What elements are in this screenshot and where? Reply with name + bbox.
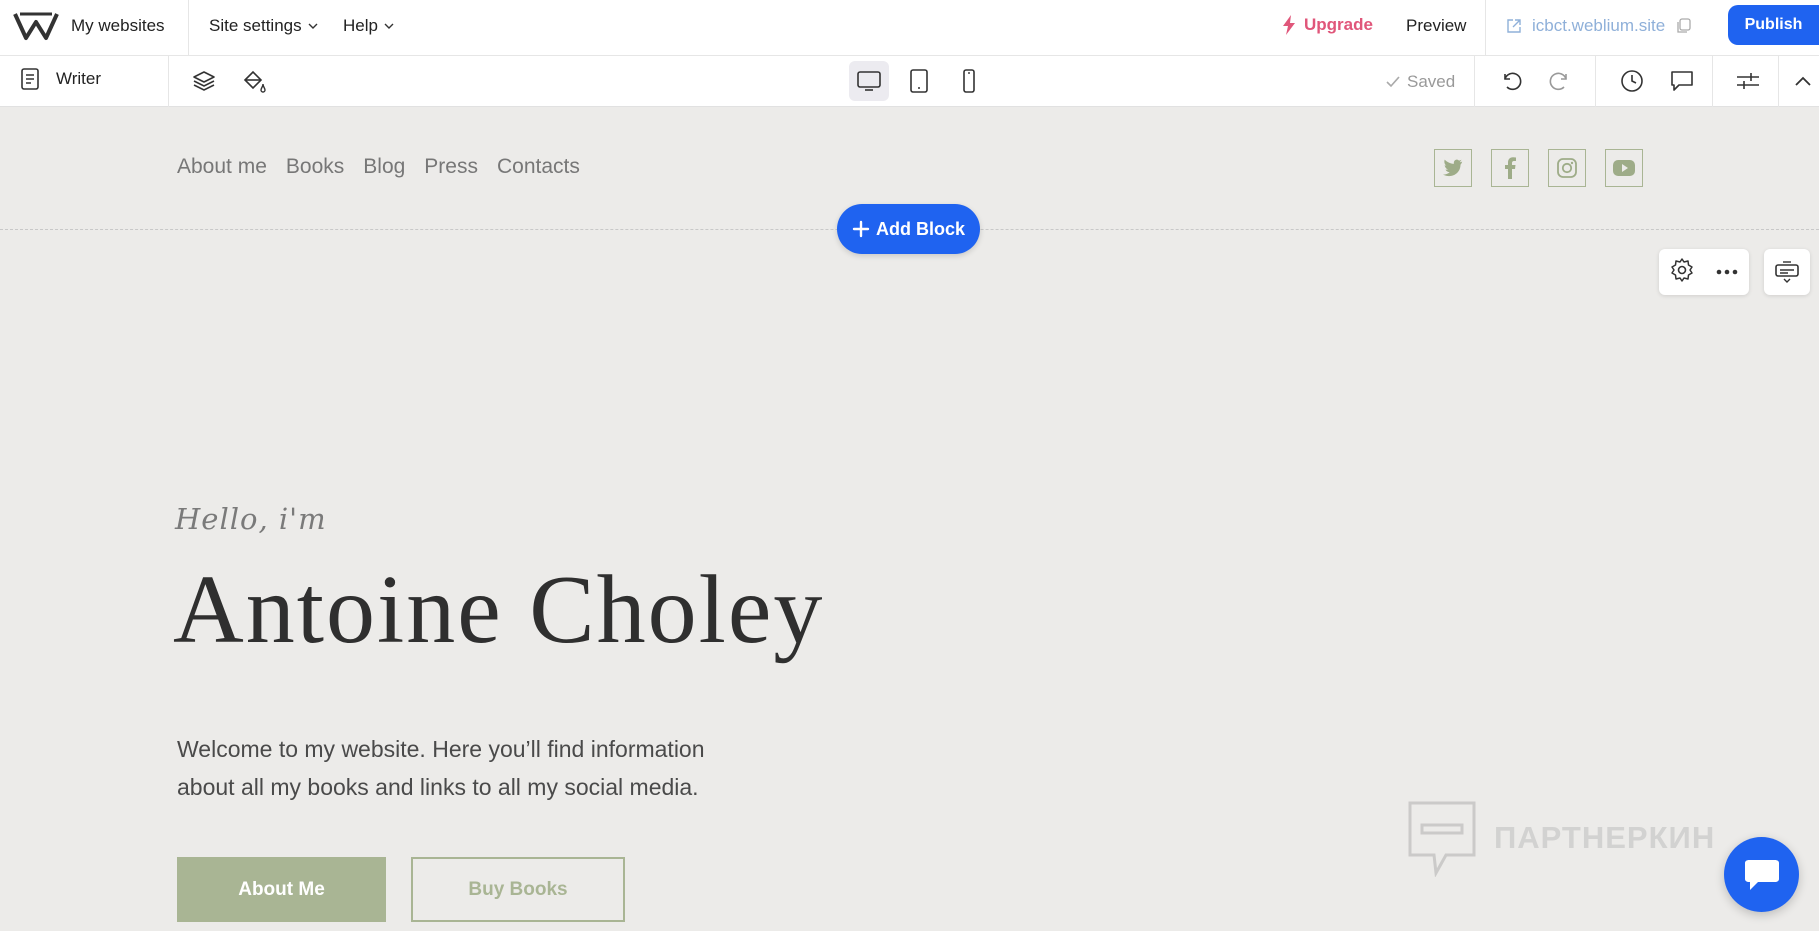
youtube-icon[interactable] bbox=[1605, 149, 1643, 187]
hero-intro: Welcome to my website. Here you’ll find … bbox=[177, 736, 705, 800]
desktop-view-icon[interactable] bbox=[855, 67, 883, 95]
hero-name: Antoine Choley bbox=[173, 556, 825, 664]
help-label: Help bbox=[343, 16, 378, 35]
block-settings-gear-icon[interactable] bbox=[1669, 257, 1695, 288]
social-links bbox=[1434, 149, 1643, 187]
block-toolbar bbox=[1659, 249, 1749, 295]
nav-link-blog[interactable]: Blog bbox=[363, 155, 405, 179]
divider bbox=[1595, 56, 1596, 107]
top-bar: My websites Site settings Help Upgrade P… bbox=[0, 0, 1819, 56]
about-me-button[interactable]: About Me bbox=[177, 857, 386, 922]
lightning-icon bbox=[1283, 15, 1295, 35]
preview-button[interactable]: Preview bbox=[1406, 16, 1466, 36]
block-layout-icon[interactable] bbox=[1764, 249, 1810, 295]
save-status-label: Saved bbox=[1407, 72, 1456, 91]
twitter-icon[interactable] bbox=[1434, 149, 1472, 187]
site-url-link[interactable]: icbct.weblium.site bbox=[1506, 16, 1691, 36]
external-link-icon bbox=[1507, 19, 1521, 33]
my-websites-link[interactable]: My websites bbox=[71, 16, 165, 36]
weblium-logo-icon[interactable] bbox=[12, 8, 60, 44]
site-settings-label: Site settings bbox=[209, 16, 302, 35]
undo-icon[interactable] bbox=[1497, 67, 1525, 95]
more-options-icon[interactable] bbox=[1715, 263, 1739, 281]
watermark: ПАРТНЕРКИН bbox=[1406, 799, 1715, 877]
mobile-view-icon[interactable] bbox=[955, 67, 983, 95]
nav-link-contacts[interactable]: Contacts bbox=[497, 155, 580, 179]
editor-toolbar: Writer Saved bbox=[0, 56, 1819, 107]
divider bbox=[1474, 56, 1475, 107]
page-selector[interactable]: Writer bbox=[20, 68, 101, 90]
page-name: Writer bbox=[56, 69, 102, 88]
upgrade-button[interactable]: Upgrade bbox=[1282, 15, 1373, 35]
plus-icon bbox=[852, 220, 870, 238]
divider bbox=[1712, 56, 1713, 107]
site-canvas: About me Books Blog Press Contacts Add B… bbox=[0, 107, 1819, 931]
tablet-view-icon[interactable] bbox=[905, 67, 933, 95]
chat-bubble-icon bbox=[1744, 859, 1779, 890]
check-icon bbox=[1386, 76, 1400, 88]
site-nav: About me Books Blog Press Contacts bbox=[177, 155, 580, 179]
redo-icon[interactable] bbox=[1546, 67, 1574, 95]
nav-link-about-me[interactable]: About me bbox=[177, 155, 267, 179]
add-block-label: Add Block bbox=[875, 218, 965, 239]
upgrade-label: Upgrade bbox=[1304, 15, 1373, 34]
save-status: Saved bbox=[1385, 72, 1455, 92]
page-icon bbox=[21, 68, 39, 90]
watermark-logo-icon bbox=[1408, 801, 1476, 877]
live-chat-button[interactable] bbox=[1724, 837, 1799, 912]
add-block-button[interactable]: Add Block bbox=[837, 204, 980, 254]
copy-icon[interactable] bbox=[1675, 18, 1691, 34]
chevron-down-icon bbox=[384, 23, 394, 29]
history-clock-icon[interactable] bbox=[1618, 67, 1646, 95]
buy-books-button[interactable]: Buy Books bbox=[411, 857, 625, 922]
chevron-up-icon[interactable] bbox=[1789, 67, 1817, 95]
settings-sliders-icon[interactable] bbox=[1734, 67, 1762, 95]
divider bbox=[1778, 56, 1779, 107]
nav-link-books[interactable]: Books bbox=[286, 155, 344, 179]
divider bbox=[188, 0, 189, 56]
site-url-label: icbct.weblium.site bbox=[1532, 16, 1666, 35]
publish-button[interactable]: Publish bbox=[1728, 5, 1819, 45]
comment-icon[interactable] bbox=[1668, 67, 1696, 95]
help-menu[interactable]: Help bbox=[343, 16, 394, 36]
facebook-icon[interactable] bbox=[1491, 149, 1529, 187]
watermark-text: ПАРТНЕРКИН bbox=[1494, 820, 1716, 855]
divider bbox=[168, 56, 169, 107]
chevron-down-icon bbox=[308, 23, 318, 29]
nav-link-press[interactable]: Press bbox=[424, 155, 478, 179]
divider bbox=[1485, 0, 1486, 56]
paint-bucket-icon[interactable] bbox=[240, 67, 268, 95]
site-settings-menu[interactable]: Site settings bbox=[209, 16, 318, 36]
hero-greeting: Hello, i'm bbox=[175, 502, 327, 536]
layers-icon[interactable] bbox=[190, 67, 218, 95]
instagram-icon[interactable] bbox=[1548, 149, 1586, 187]
